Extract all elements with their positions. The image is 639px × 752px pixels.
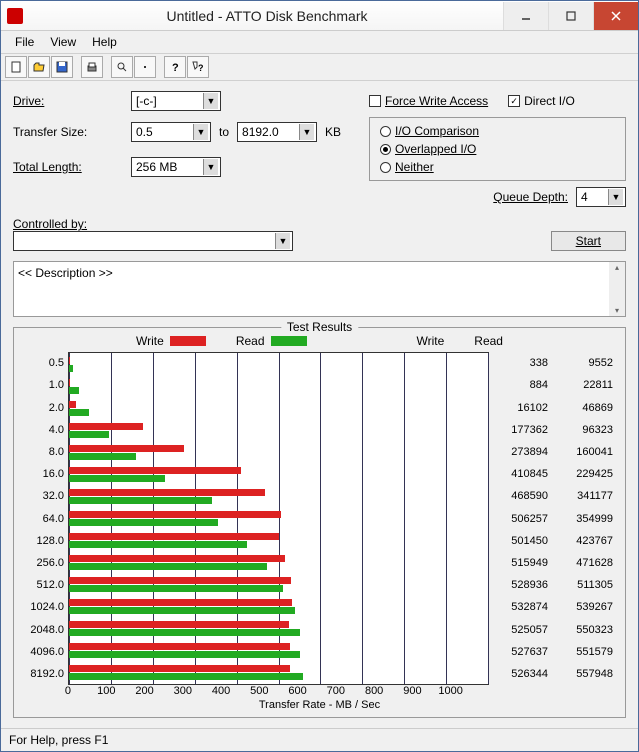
description-placeholder: << Description >>: [18, 266, 113, 280]
test-results-panel: Test Results Write Read Write Read 0.51.…: [13, 327, 626, 718]
chart-x-label: Transfer Rate - MB / Sec: [20, 699, 619, 711]
status-bar: For Help, press F1: [1, 728, 638, 751]
write-header: Write: [417, 334, 445, 348]
transfer-from-combo[interactable]: 0.5: [131, 122, 211, 142]
help-icon[interactable]: ?: [164, 56, 186, 78]
menu-help[interactable]: Help: [84, 33, 125, 51]
chart-bars: [68, 352, 489, 685]
controlled-by-label: Controlled by:: [13, 217, 626, 231]
force-write-checkbox[interactable]: Force Write Access: [369, 94, 488, 108]
start-button[interactable]: Start: [551, 231, 626, 251]
drive-combo[interactable]: [-c-]: [131, 91, 221, 111]
scrollbar[interactable]: ▴▾: [609, 262, 625, 316]
toolbar: ? ?: [1, 54, 638, 81]
queue-depth-label: Queue Depth:: [493, 190, 568, 204]
menu-file[interactable]: File: [7, 33, 42, 51]
chart-values-table: 3389552884228111610246869177362963232738…: [489, 352, 619, 685]
minimize-button[interactable]: [503, 2, 548, 30]
read-header: Read: [474, 334, 503, 348]
test-results-title: Test Results: [281, 320, 358, 334]
io-comparison-radio[interactable]: I/O Comparison: [380, 124, 615, 138]
controlled-by-combo[interactable]: [13, 231, 293, 251]
io-mode-group: I/O Comparison Overlapped I/O Neither: [369, 117, 626, 181]
new-icon[interactable]: [5, 56, 27, 78]
direct-io-checkbox[interactable]: ✓Direct I/O: [508, 94, 575, 108]
total-length-label: Total Length:: [13, 160, 123, 174]
overlapped-io-radio[interactable]: Overlapped I/O: [380, 142, 615, 156]
legend-read: Read: [236, 334, 307, 348]
titlebar: Untitled - ATTO Disk Benchmark: [1, 1, 638, 31]
drive-label: Drive:: [13, 94, 123, 108]
neither-radio[interactable]: Neither: [380, 160, 615, 174]
transfer-size-label: Transfer Size:: [13, 125, 123, 139]
maximize-button[interactable]: [548, 2, 593, 30]
close-button[interactable]: [593, 2, 638, 30]
svg-text:?: ?: [172, 62, 179, 73]
chart-x-axis: 01002003004005006007008009001000: [68, 685, 489, 697]
print-icon[interactable]: [81, 56, 103, 78]
app-icon: [7, 8, 23, 24]
description-box[interactable]: << Description >> ▴▾: [13, 261, 626, 317]
open-icon[interactable]: [28, 56, 50, 78]
save-icon[interactable]: [51, 56, 73, 78]
window-title: Untitled - ATTO Disk Benchmark: [31, 8, 503, 24]
transfer-to-combo[interactable]: 8192.0: [237, 122, 317, 142]
queue-depth-combo[interactable]: 4: [576, 187, 626, 207]
context-help-icon[interactable]: ?: [187, 56, 209, 78]
chart-y-labels: 0.51.02.04.08.016.032.064.0128.0256.0512…: [20, 352, 68, 685]
svg-text:?: ?: [198, 63, 204, 73]
menu-view[interactable]: View: [42, 33, 84, 51]
legend-write: Write: [136, 334, 206, 348]
move-icon[interactable]: [134, 56, 156, 78]
total-length-combo[interactable]: 256 MB: [131, 157, 221, 177]
preview-icon[interactable]: [111, 56, 133, 78]
menubar: File View Help: [1, 31, 638, 54]
